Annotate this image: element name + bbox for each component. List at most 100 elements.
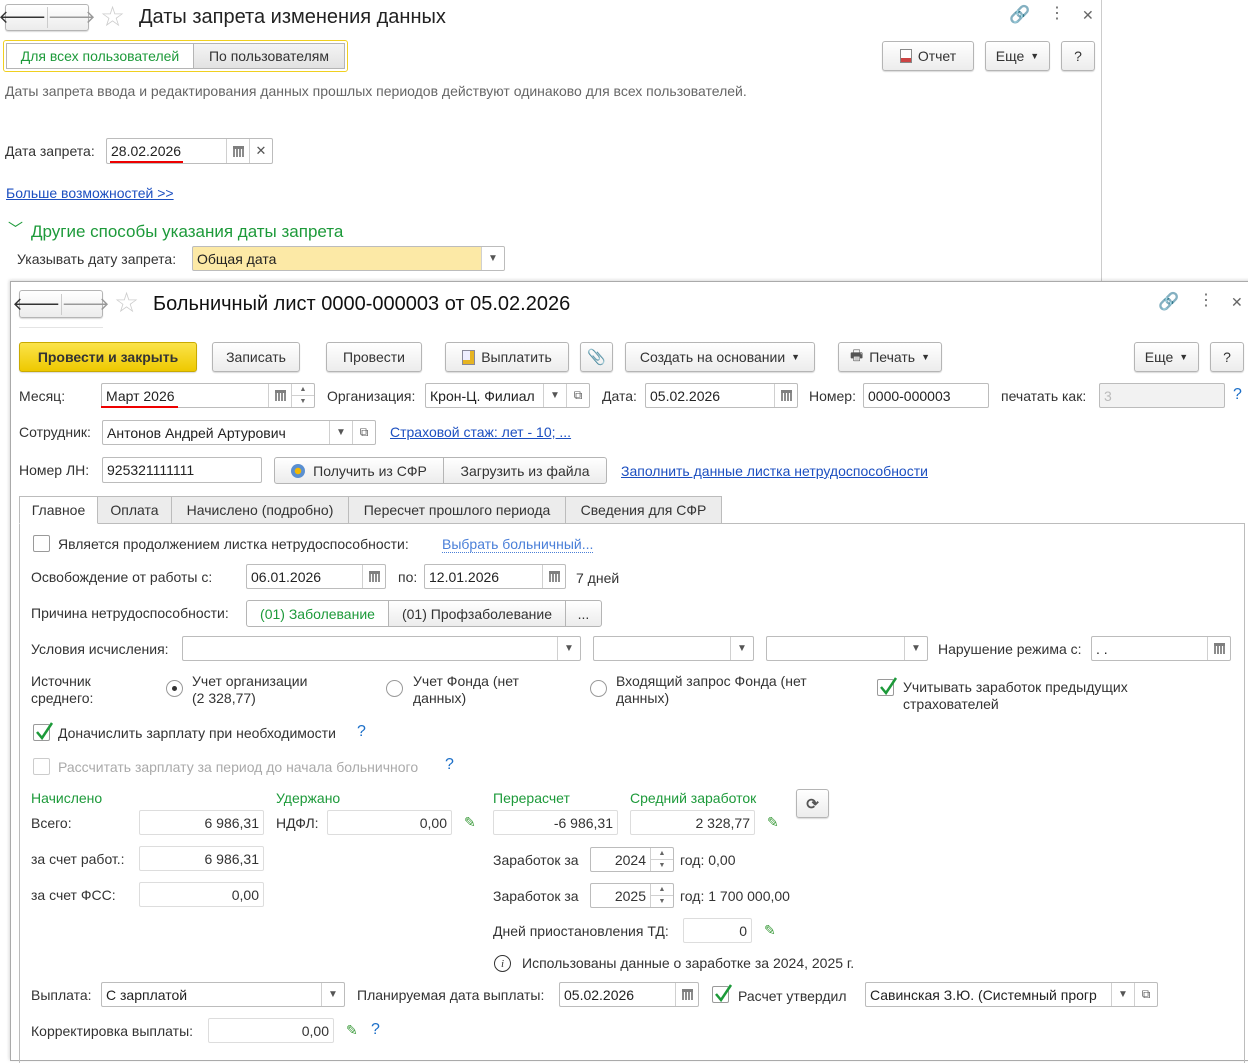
help-button[interactable]: ? — [1210, 342, 1244, 372]
calendar-icon[interactable] — [1207, 637, 1230, 660]
organization-label: Организация: — [327, 388, 416, 404]
tab-accrued-details[interactable]: Начислено (подробно) — [171, 496, 349, 524]
printer-icon: 🖶 — [849, 347, 864, 363]
year1-input[interactable]: 2024 ▲ ▼ — [590, 847, 674, 872]
calendar-icon[interactable] — [362, 565, 385, 588]
ln-number-value: 925321111111 — [107, 462, 195, 478]
help-icon[interactable]: ? — [445, 757, 454, 773]
continuation-checkbox[interactable] — [33, 535, 50, 552]
ln-number-input[interactable]: 925321111111 — [102, 457, 262, 483]
dropdown-icon[interactable]: ▼ — [904, 637, 927, 660]
print-as-input: 3 — [1099, 383, 1225, 408]
dropdown-icon[interactable]: ▼ — [321, 983, 344, 1006]
reason-occupational-button[interactable]: (01) Профзаболевание — [388, 600, 566, 627]
violation-date-input[interactable]: . . — [1091, 636, 1231, 661]
date-input[interactable]: 05.02.2026 — [645, 383, 798, 408]
link-icon[interactable]: 🔗 — [1158, 293, 1179, 310]
approver-select[interactable]: Савинская З.Ю. (Системный прогр ▼ ⧉ — [865, 982, 1158, 1007]
refresh-button[interactable]: ⟳ — [796, 789, 829, 818]
create-based-button[interactable]: Создать на основании ▼ — [625, 342, 815, 372]
source-request-radio[interactable] — [590, 680, 607, 697]
payment-select[interactable]: С зарплатой ▼ — [101, 982, 345, 1007]
release-from-input[interactable]: 06.01.2026 — [246, 564, 386, 589]
dropdown-icon[interactable]: ▼ — [730, 637, 753, 660]
ndfl-label: НДФЛ: — [276, 815, 319, 831]
fill-sick-leave-link[interactable]: Заполнить данные листка нетрудоспособнос… — [621, 463, 928, 479]
employer-label: за счет работ.: — [31, 851, 125, 867]
year2-spinner[interactable]: ▲ ▼ — [650, 884, 673, 907]
save-button[interactable]: Записать — [212, 342, 300, 372]
conditions-select-3[interactable]: ▼ — [766, 636, 928, 661]
date-value: 05.02.2026 — [650, 387, 721, 404]
source-org-radio[interactable] — [166, 680, 183, 697]
more-button[interactable]: Еще ▼ — [1134, 342, 1199, 372]
close-icon[interactable]: ✕ — [1231, 294, 1243, 310]
pencil-icon[interactable]: ✎ — [346, 1022, 358, 1038]
to-label: по: — [398, 569, 418, 585]
approved-label: Расчет утвердил — [738, 988, 847, 1004]
calendar-icon[interactable] — [542, 565, 565, 588]
post-and-close-button[interactable]: Провести и закрыть — [19, 342, 197, 372]
dropdown-icon[interactable]: ▼ — [1111, 983, 1134, 1006]
tab-payment[interactable]: Оплата — [97, 496, 172, 524]
accrue-salary-checkbox[interactable] — [33, 722, 54, 741]
divider — [19, 327, 103, 328]
favorite-star-icon[interactable]: ☆ — [114, 289, 139, 317]
year1-value: 2024 — [614, 851, 646, 868]
planned-date-input[interactable]: 05.02.2026 — [559, 982, 699, 1007]
tab-main[interactable]: Главное — [19, 496, 98, 524]
help-icon[interactable]: ? — [357, 724, 366, 740]
release-to-input[interactable]: 12.01.2026 — [424, 564, 566, 589]
open-icon[interactable]: ⧉ — [566, 384, 589, 407]
year1-earnings: год: 0,00 — [680, 852, 736, 868]
approved-checkbox[interactable] — [712, 984, 733, 1003]
prev-employers-checkbox[interactable] — [877, 677, 898, 696]
create-based-label: Создать на основании — [639, 349, 786, 365]
reason-illness-button[interactable]: (01) Заболевание — [246, 600, 389, 627]
help-icon[interactable]: ? — [1233, 387, 1242, 403]
nav-buttons: 🡐 🡒 — [12, 290, 110, 318]
refresh-icon: ⟳ — [806, 795, 819, 813]
checkmark-icon — [880, 677, 898, 696]
open-icon[interactable]: ⧉ — [352, 421, 375, 444]
post-button[interactable]: Провести — [326, 342, 422, 372]
number-value: 0000-000003 — [868, 387, 951, 404]
more-actions-icon[interactable]: ⋮ — [1198, 293, 1214, 309]
organization-select[interactable]: Крон-Ц. Филиал ▼ ⧉ — [425, 383, 590, 408]
number-input[interactable]: 0000-000003 — [863, 383, 989, 408]
pencil-icon[interactable]: ✎ — [767, 814, 779, 830]
dropdown-icon[interactable]: ▼ — [329, 421, 352, 444]
tab-sfr-info[interactable]: Сведения для СФР — [565, 496, 722, 524]
choose-sick-leave-link[interactable]: Выбрать больничный... — [442, 536, 594, 553]
reason-more-button[interactable]: ... — [565, 600, 602, 627]
attach-button[interactable]: 📎 — [580, 342, 613, 372]
prev-employers-line1: Учитывать заработок предыдущих — [903, 679, 1128, 695]
source-fund-radio[interactable] — [386, 680, 403, 697]
calendar-icon[interactable] — [774, 384, 797, 407]
dropdown-icon[interactable]: ▼ — [557, 637, 580, 660]
month-input[interactable]: Март 2026 ▲ ▼ — [101, 383, 315, 408]
forward-arrow-icon[interactable]: 🡒 — [62, 294, 110, 315]
year2-input[interactable]: 2025 ▲ ▼ — [590, 883, 674, 908]
employee-select[interactable]: Антонов Андрей Артурович ▼ ⧉ — [102, 420, 376, 445]
calendar-icon[interactable] — [675, 983, 698, 1006]
tab-recalculation[interactable]: Пересчет прошлого периода — [348, 496, 566, 524]
print-as-label: печатать как: — [1001, 388, 1087, 404]
month-spinner[interactable]: ▲ ▼ — [291, 384, 314, 407]
dropdown-icon[interactable]: ▼ — [543, 384, 566, 407]
back-arrow-icon[interactable]: 🡐 — [12, 293, 62, 315]
pencil-icon[interactable]: ✎ — [764, 922, 776, 938]
help-icon[interactable]: ? — [371, 1022, 380, 1038]
conditions-select-1[interactable]: ▼ — [182, 636, 581, 661]
calendar-icon[interactable] — [268, 384, 291, 407]
year1-spinner[interactable]: ▲ ▼ — [650, 848, 673, 871]
pay-button[interactable]: Выплатить — [445, 342, 569, 372]
get-from-sfr-button[interactable]: Получить из СФР — [274, 457, 444, 484]
print-button[interactable]: 🖶 Печать ▼ — [838, 342, 942, 372]
open-icon[interactable]: ⧉ — [1134, 983, 1157, 1006]
pencil-icon[interactable]: ✎ — [464, 814, 476, 830]
release-label: Освобождение от работы с: — [31, 569, 213, 585]
conditions-select-2[interactable]: ▼ — [593, 636, 754, 661]
insurance-experience-link[interactable]: Страховой стаж: лет - 10; ... — [390, 424, 571, 440]
load-from-file-button[interactable]: Загрузить из файла — [443, 457, 607, 484]
